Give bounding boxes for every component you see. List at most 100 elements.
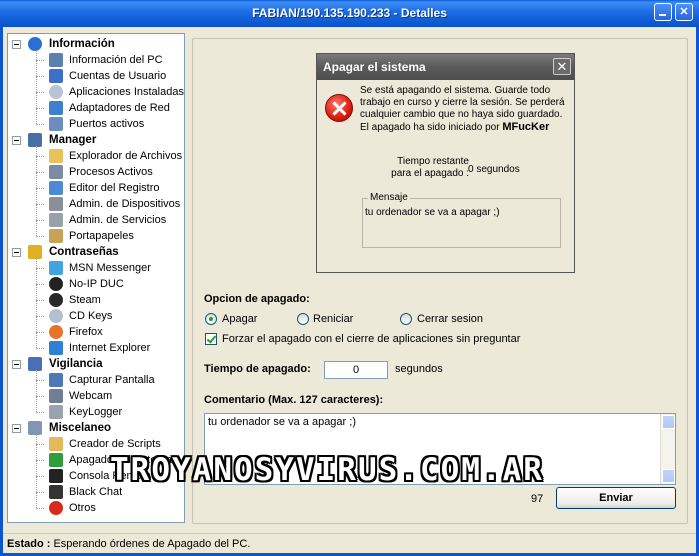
shutdown-timer-label: Tiempo de apagado: (204, 363, 311, 375)
tree-item-cuentas-de-usuario[interactable]: Cuentas de Usuario (8, 68, 184, 84)
tree-expander[interactable] (12, 136, 21, 145)
radio-reniciar[interactable] (297, 313, 309, 325)
navigation-tree[interactable]: Información Información del PC Cuentas de … (7, 33, 185, 523)
tree-guide-line (36, 50, 37, 124)
tree-category-miscelaneo[interactable]: Miscelaneo (8, 420, 184, 436)
tree-item-firefox[interactable]: Firefox (8, 324, 184, 340)
wrench-icon (28, 421, 42, 435)
tree-item-label: Capturar Pantalla (69, 374, 155, 386)
tree-item-internet-explorer[interactable]: Internet Explorer (8, 340, 184, 356)
tree-connector (36, 156, 44, 157)
tree-item-aplicaciones-instaladas[interactable]: Aplicaciones Instaladas (8, 84, 184, 100)
tree-item-creador-de-scripts[interactable]: Creador de Scripts (8, 436, 184, 452)
tree-expander[interactable] (12, 40, 21, 49)
tree-item-adaptadores-de-red[interactable]: Adaptadores de Red (8, 100, 184, 116)
tree-guide-line (36, 434, 37, 508)
tree-category-contrase-as[interactable]: Contraseñas (8, 244, 184, 260)
tree-item-label: Steam (69, 294, 101, 306)
tree-expander[interactable] (12, 424, 21, 433)
scroll-up-button[interactable] (662, 415, 675, 429)
tree-item-label: Procesos Activos (69, 166, 153, 178)
info-icon (28, 37, 42, 51)
tree-item-steam[interactable]: Steam (8, 292, 184, 308)
tree-connector (36, 396, 44, 397)
tree-item-keylogger[interactable]: KeyLogger (8, 404, 184, 420)
key-icon (28, 245, 42, 259)
ie-icon (49, 341, 63, 355)
tree-guide-line (36, 146, 37, 236)
tree-item-label: MSN Messenger (69, 262, 151, 274)
tree-item-label: KeyLogger (69, 406, 123, 418)
tree-item-label: Internet Explorer (69, 342, 151, 354)
tree-category-manager[interactable]: Manager (8, 132, 184, 148)
shutdown-timer-input[interactable]: 0 (324, 361, 388, 379)
scroll-down-button[interactable] (662, 469, 675, 483)
screen-capture-icon (49, 373, 63, 387)
tree-connector (36, 508, 44, 509)
remaining-label-line1: Tiempo restante (397, 156, 469, 167)
tree-item-label: Información del PC (69, 54, 163, 66)
radio-apagar[interactable] (205, 313, 217, 325)
radio-cerrar-sesion[interactable] (400, 313, 412, 325)
radio-reniciar-label[interactable]: Reniciar (313, 313, 353, 325)
tree-item-cd-keys[interactable]: CD Keys (8, 308, 184, 324)
tree-connector (36, 332, 44, 333)
clipboard-icon (49, 229, 63, 243)
tree-category-label: Miscelaneo (49, 422, 111, 434)
device-gear-icon (49, 197, 63, 211)
shutdown-timer-unit: segundos (395, 363, 443, 375)
remaining-label-line2: para el apagado : (391, 168, 469, 179)
tree-item-otros[interactable]: Otros (8, 500, 184, 516)
dialog-close-button[interactable]: ✕ (553, 58, 571, 75)
tree-item-puertos-activos[interactable]: Puertos activos (8, 116, 184, 132)
keyboard-icon (49, 405, 63, 419)
tree-item-no-ip-duc[interactable]: No-IP DUC (8, 276, 184, 292)
tree-category-label: Contraseñas (49, 246, 119, 258)
tree-item-portapapeles[interactable]: Portapapeles (8, 228, 184, 244)
tree-connector (36, 268, 44, 269)
tree-expander[interactable] (12, 248, 21, 257)
radio-apagar-label[interactable]: Apagar (222, 313, 257, 325)
force-shutdown-checkbox[interactable] (205, 333, 217, 345)
monitor-icon (28, 133, 42, 147)
tree-item-label: Webcam (69, 390, 113, 402)
tree-item-procesos-activos[interactable]: Procesos Activos (8, 164, 184, 180)
tree-item-msn-messenger[interactable]: MSN Messenger (8, 260, 184, 276)
close-button[interactable]: ✕ (675, 3, 693, 21)
tree-category-informaci-n[interactable]: Información (8, 36, 184, 52)
process-list-icon (49, 165, 63, 179)
dialog-title: Apagar el sistema (317, 54, 574, 80)
tree-item-label: Aplicaciones Instaladas (69, 86, 184, 98)
tree-item-editor-del-registro[interactable]: Editor del Registro (8, 180, 184, 196)
tree-connector (36, 108, 44, 109)
comment-char-counter: 97 (531, 493, 544, 505)
tree-item-capturar-pantalla[interactable]: Capturar Pantalla (8, 372, 184, 388)
tree-connector (36, 172, 44, 173)
tree-item-label: Puertos activos (69, 118, 145, 130)
plug-icon (49, 117, 63, 131)
minimize-button[interactable] (654, 3, 672, 21)
tree-connector (36, 476, 44, 477)
eye-icon (28, 357, 42, 371)
tree-item-label: Portapapeles (69, 230, 134, 242)
service-gear-icon (49, 213, 63, 227)
tree-item-informaci-n-del-pc[interactable]: Información del PC (8, 52, 184, 68)
window-titlebar[interactable]: FABIAN/190.135.190.233 - Detalles ✕ (0, 0, 699, 27)
radio-cerrar-sesion-label[interactable]: Cerrar sesion (417, 313, 483, 325)
tree-item-admin-de-servicios[interactable]: Admin. de Servicios (8, 212, 184, 228)
tree-category-vigilancia[interactable]: Vigilancia (8, 356, 184, 372)
tree-guide-line (36, 370, 37, 412)
tree-item-explorador-de-archivos[interactable]: Explorador de Archivos (8, 148, 184, 164)
tree-item-admin-de-dispositivos[interactable]: Admin. de Dispositivos (8, 196, 184, 212)
tree-connector (36, 444, 44, 445)
force-shutdown-label[interactable]: Forzar el apagado con el cierre de aplic… (222, 333, 520, 345)
tree-connector (36, 204, 44, 205)
tree-expander[interactable] (12, 360, 21, 369)
dialog-message: Se está apagando el sistema. Guarde todo… (360, 85, 570, 134)
chat-icon (49, 485, 63, 499)
tree-item-webcam[interactable]: Webcam (8, 388, 184, 404)
tree-item-label: CD Keys (69, 310, 113, 322)
comment-label: Comentario (Max. 127 caracteres): (204, 394, 384, 406)
send-button[interactable]: Enviar (556, 487, 676, 509)
comment-scrollbar[interactable] (660, 414, 675, 484)
